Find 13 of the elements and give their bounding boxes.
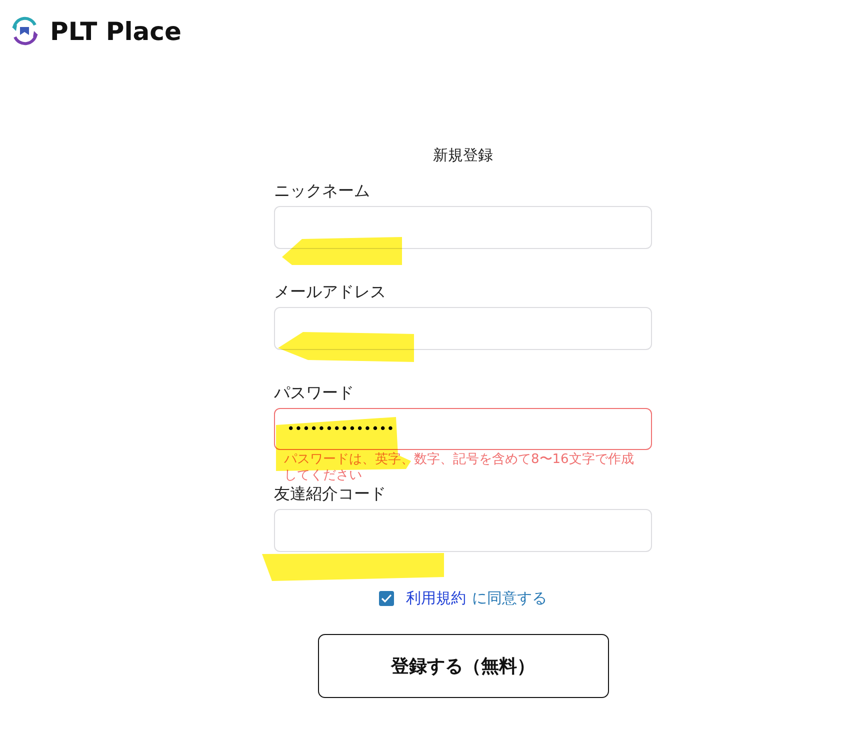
terms-link[interactable]: 利用規約 bbox=[406, 589, 466, 608]
form-title: 新規登録 bbox=[433, 146, 493, 165]
field-label: メールアドレス bbox=[274, 282, 387, 303]
checkbox[interactable] bbox=[379, 591, 394, 606]
input-field[interactable] bbox=[274, 206, 652, 249]
error-message: パスワードは、英字、数字、記号を含めて8〜16文字で作成してください bbox=[283, 452, 635, 484]
register-button[interactable]: 登録する（無料） bbox=[318, 634, 608, 698]
field-label: ニックネーム bbox=[274, 181, 371, 202]
logo-text: PLT Place bbox=[50, 16, 182, 46]
field-label: パスワード bbox=[274, 383, 355, 404]
field-label: 友達紹介コード bbox=[274, 484, 387, 505]
input-field[interactable] bbox=[274, 509, 652, 552]
terms-text: に同意する bbox=[472, 589, 547, 608]
